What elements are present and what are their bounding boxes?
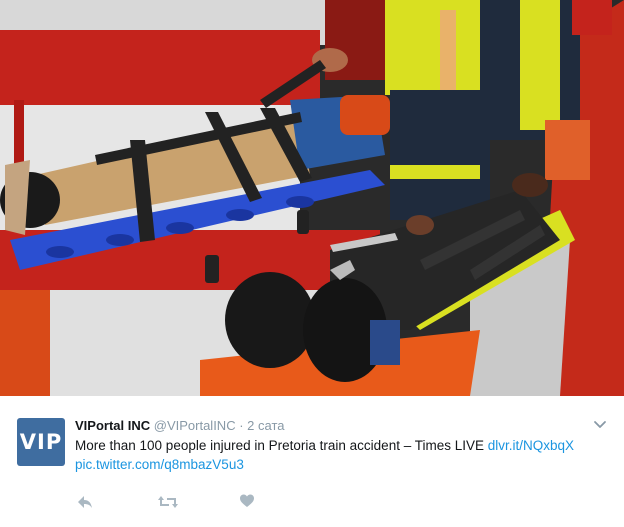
author-handle[interactable]: @VIPortalINC [154, 418, 236, 433]
tweet-header: VIPortal INC @VIPortalINC · 2 сата [75, 418, 285, 434]
tweet-photo[interactable] [0, 0, 624, 396]
tweet-card: VIP VIPortal INC @VIPortalINC · 2 сата M… [0, 396, 624, 527]
tweet-link-pic[interactable]: pic.twitter.com/q8mbazV5u3 [75, 457, 244, 472]
tweet-timestamp[interactable]: 2 сата [247, 418, 284, 433]
tweet-text: More than 100 people injured in Pretoria… [75, 436, 615, 474]
heart-icon[interactable] [239, 493, 255, 514]
tweet-link-dlvr[interactable]: dlvr.it/NQxbqX [488, 438, 574, 453]
author-name[interactable]: VIPortal INC [75, 418, 150, 433]
avatar[interactable]: VIP [17, 418, 65, 466]
retweet-icon[interactable] [157, 493, 179, 516]
reply-icon[interactable] [76, 493, 94, 516]
header-separator: · [239, 418, 244, 433]
tweet-body: More than 100 people injured in Pretoria… [75, 438, 484, 453]
ambulance-scene-image [0, 0, 624, 396]
chevron-down-icon[interactable] [592, 416, 608, 432]
